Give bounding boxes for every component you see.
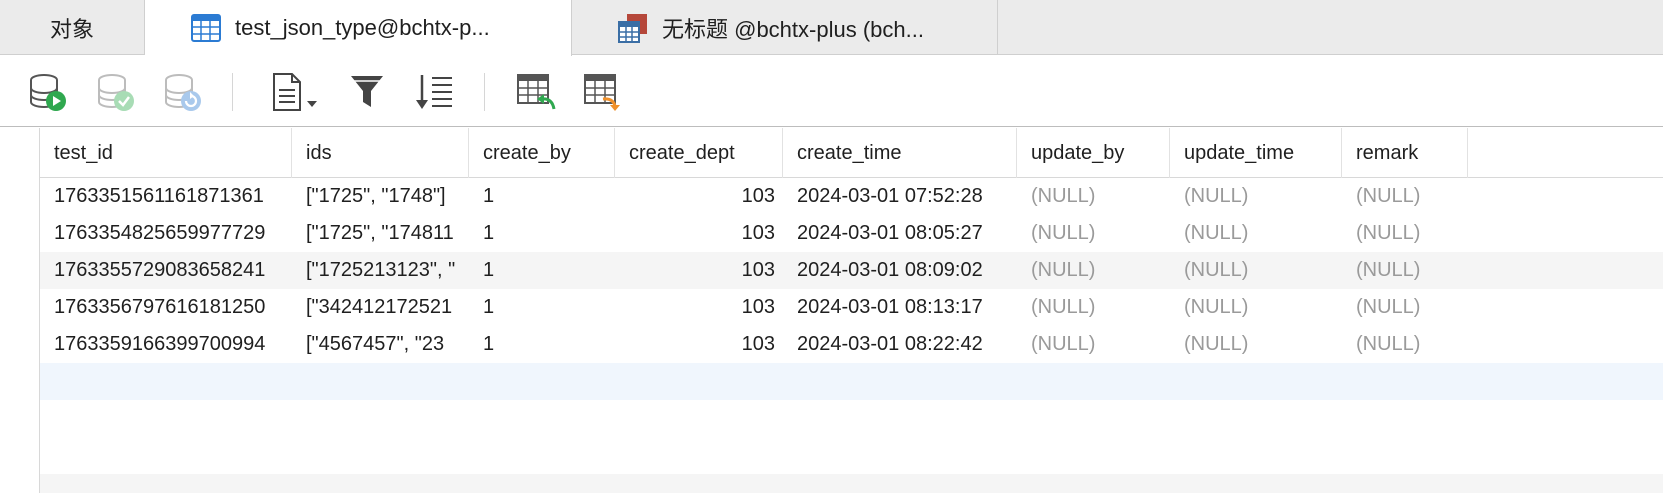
table-row[interactable]: 1763356797616181250 ["342412172521 1 103…: [40, 289, 1663, 326]
cell-update-time[interactable]: (NULL): [1170, 215, 1342, 252]
refresh-database-icon[interactable]: [163, 72, 203, 112]
column-header-update-time[interactable]: update_time: [1170, 128, 1342, 178]
cell-update-by[interactable]: (NULL): [1017, 252, 1170, 289]
run-database-icon[interactable]: [28, 72, 68, 112]
tab-objects-label: 对象: [49, 16, 94, 42]
cell-remark[interactable]: (NULL): [1342, 178, 1468, 215]
cell-update-by[interactable]: (NULL): [1017, 178, 1170, 215]
cell-remark[interactable]: (NULL): [1342, 252, 1468, 289]
table-row[interactable]: 1763355729083658241 ["1725213123", " 1 1…: [40, 252, 1663, 289]
column-header-create-by[interactable]: create_by: [469, 128, 615, 178]
cell-ids[interactable]: ["342412172521: [292, 289, 469, 326]
import-table-icon[interactable]: [516, 72, 556, 112]
row-gutter: [0, 128, 40, 493]
cell-test-id[interactable]: 1763354825659977729: [40, 215, 292, 252]
cell-create-dept[interactable]: 103: [615, 252, 783, 289]
toolbar: [0, 56, 1663, 127]
cell-create-by[interactable]: 1: [469, 215, 615, 252]
empty-row: [40, 437, 1663, 474]
cell-test-id[interactable]: 1763351561161871361: [40, 178, 292, 215]
tab-test-json-type[interactable]: test_json_type@bchtx-p...: [145, 0, 572, 56]
tab-bar: 对象 test_json_type@bchtx-p... 无标题 @bchtx-…: [0, 0, 1663, 56]
cell-create-time[interactable]: 2024-03-01 08:13:17: [783, 289, 1017, 326]
toolbar-separator: [232, 73, 233, 111]
data-grid: test_id ids create_by create_dept create…: [0, 128, 1663, 493]
sort-icon[interactable]: [414, 72, 454, 112]
cell-remark[interactable]: (NULL): [1342, 326, 1468, 363]
cell-create-dept[interactable]: 103: [615, 326, 783, 363]
cell-ids[interactable]: ["1725213123", ": [292, 252, 469, 289]
tab-test-json-type-label: test_json_type@bchtx-p...: [235, 15, 490, 40]
column-header-ids[interactable]: ids: [292, 128, 469, 178]
cell-update-time[interactable]: (NULL): [1170, 289, 1342, 326]
filter-icon[interactable]: [348, 72, 388, 112]
empty-row: [40, 400, 1663, 437]
cell-create-time[interactable]: 2024-03-01 07:52:28: [783, 178, 1017, 215]
column-header-update-by[interactable]: update_by: [1017, 128, 1170, 178]
table-icon: [191, 14, 221, 42]
cell-create-dept[interactable]: 103: [615, 215, 783, 252]
cell-create-time[interactable]: 2024-03-01 08:09:02: [783, 252, 1017, 289]
table-row[interactable]: 1763359166399700994 ["4567457", "23 1 10…: [40, 326, 1663, 363]
cell-test-id[interactable]: 1763355729083658241: [40, 252, 292, 289]
cell-test-id[interactable]: 1763356797616181250: [40, 289, 292, 326]
cell-update-by[interactable]: (NULL): [1017, 289, 1170, 326]
cell-create-by[interactable]: 1: [469, 289, 615, 326]
export-table-icon[interactable]: [583, 72, 623, 112]
cell-create-by[interactable]: 1: [469, 326, 615, 363]
cell-ids[interactable]: ["1725", "174811: [292, 215, 469, 252]
column-header-test-id[interactable]: test_id: [40, 128, 292, 178]
column-header-remark[interactable]: remark: [1342, 128, 1468, 178]
apply-database-icon[interactable]: [96, 72, 136, 112]
cell-update-time[interactable]: (NULL): [1170, 178, 1342, 215]
empty-row: [40, 474, 1663, 493]
table-row[interactable]: 1763351561161871361 ["1725", "1748"] 1 1…: [40, 178, 1663, 215]
tab-untitled-query[interactable]: 无标题 @bchtx-plus (bch...: [572, 0, 998, 55]
empty-selected-row[interactable]: [40, 363, 1663, 400]
cell-update-by[interactable]: (NULL): [1017, 326, 1170, 363]
grid-header: test_id ids create_by create_dept create…: [40, 128, 1663, 178]
cell-create-by[interactable]: 1: [469, 252, 615, 289]
cell-create-dept[interactable]: 103: [615, 289, 783, 326]
cell-create-time[interactable]: 2024-03-01 08:05:27: [783, 215, 1017, 252]
cell-test-id[interactable]: 1763359166399700994: [40, 326, 292, 363]
query-icon: [618, 14, 647, 43]
cell-update-by[interactable]: (NULL): [1017, 215, 1170, 252]
toolbar-separator: [484, 73, 485, 111]
cell-create-by[interactable]: 1: [469, 178, 615, 215]
cell-create-time[interactable]: 2024-03-01 08:22:42: [783, 326, 1017, 363]
cell-ids[interactable]: ["4567457", "23: [292, 326, 469, 363]
tab-untitled-query-label: 无标题 @bchtx-plus (bch...: [662, 16, 924, 42]
column-header-create-dept[interactable]: create_dept: [615, 128, 783, 178]
cell-ids[interactable]: ["1725", "1748"]: [292, 178, 469, 215]
cell-update-time[interactable]: (NULL): [1170, 252, 1342, 289]
cell-remark[interactable]: (NULL): [1342, 215, 1468, 252]
table-row[interactable]: 1763354825659977729 ["1725", "174811 1 1…: [40, 215, 1663, 252]
cell-update-time[interactable]: (NULL): [1170, 326, 1342, 363]
cell-create-dept[interactable]: 103: [615, 178, 783, 215]
tab-objects[interactable]: 对象: [0, 0, 145, 55]
cell-remark[interactable]: (NULL): [1342, 289, 1468, 326]
column-header-create-time[interactable]: create_time: [783, 128, 1017, 178]
text-document-icon[interactable]: [270, 72, 322, 112]
